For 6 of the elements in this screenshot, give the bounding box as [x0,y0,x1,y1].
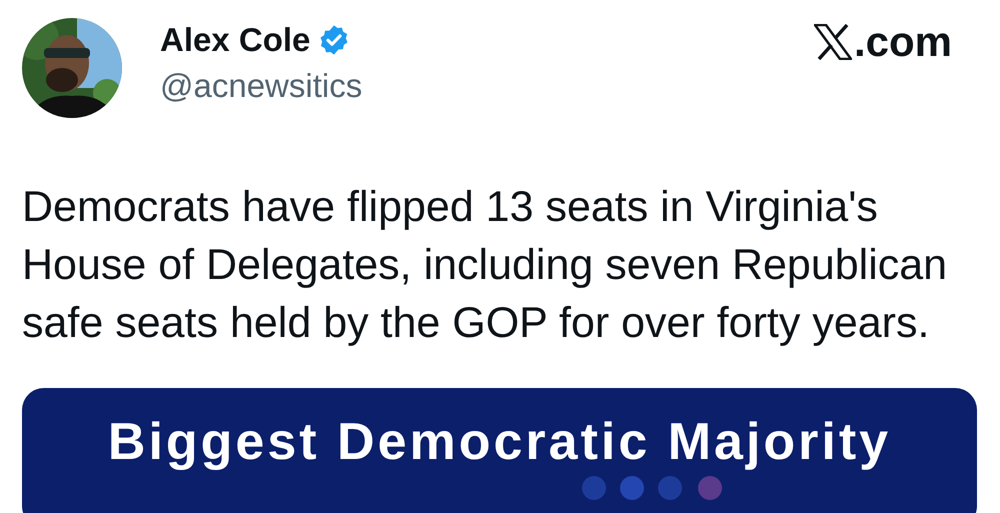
card-heading: Biggest Democratic Majority [108,412,892,472]
x-logo-icon [814,24,852,60]
author-name[interactable]: Alex Cole [160,20,310,60]
site-domain: .com [854,20,952,64]
author-handle[interactable]: @acnewsitics [160,64,362,108]
tweet-text: Democrats have flipped 13 seats in Virginia's House of Delegates, including seven Republican safe seats held by the GOP for over forty years. [22,182,948,349]
